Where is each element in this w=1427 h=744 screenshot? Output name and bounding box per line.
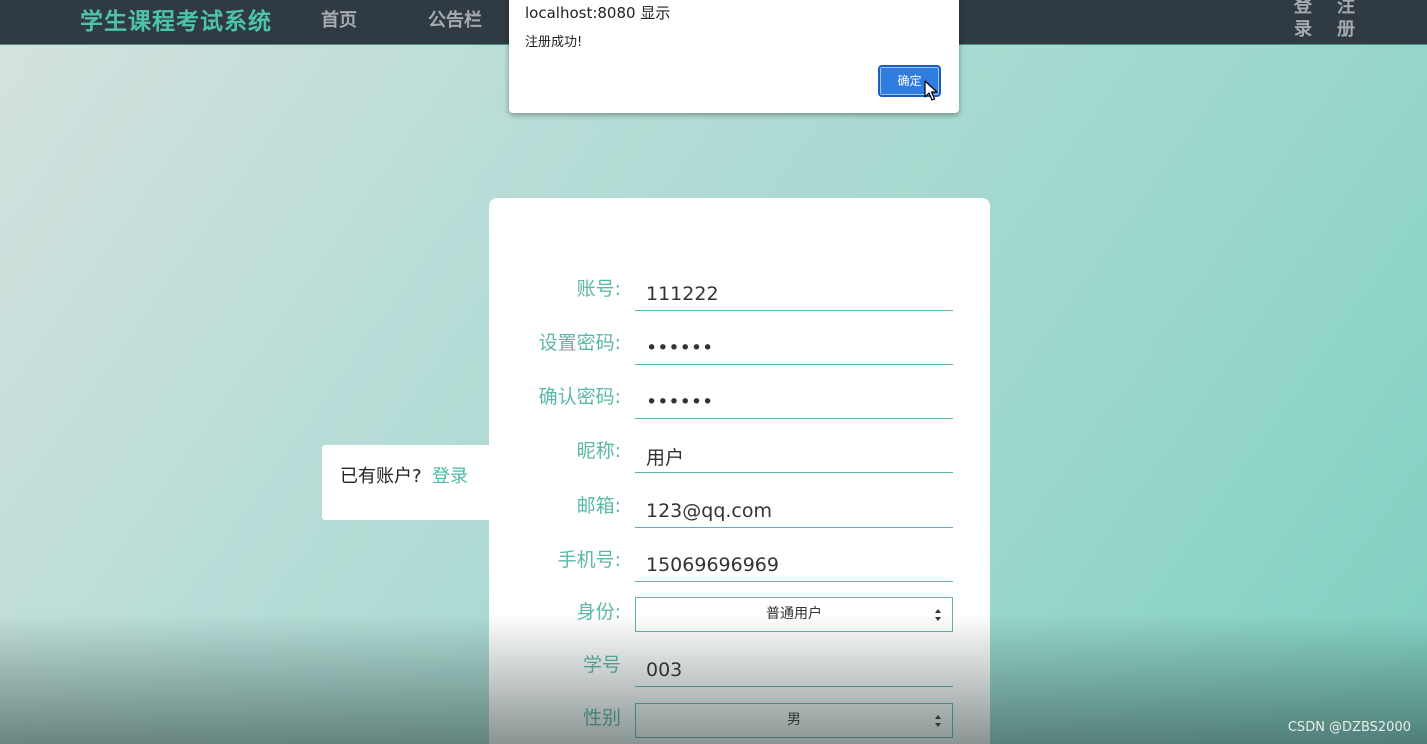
- identity-label: 身份:: [576, 601, 621, 623]
- nav-home-link[interactable]: 首页: [321, 6, 357, 32]
- nav-register-link[interactable]: 注册: [1337, 0, 1357, 41]
- register-form-card: 账号: 设置密码: 确认密码: 昵称: 邮箱: 手机号: 身份: 普通用户 学号: [489, 198, 990, 744]
- site-brand[interactable]: 学生课程考试系统: [80, 2, 272, 36]
- password-label: 设置密码:: [538, 332, 621, 354]
- password-input[interactable]: [635, 332, 953, 365]
- phone-label: 手机号:: [557, 549, 621, 571]
- identity-select[interactable]: 普通用户: [635, 597, 953, 632]
- alert-dialog: localhost:8080 显示 注册成功! 确定: [509, 0, 959, 113]
- gender-row: 性别 男: [489, 703, 990, 743]
- phone-input[interactable]: [635, 549, 953, 582]
- email-label: 邮箱:: [576, 495, 621, 517]
- select-caret-icon: [935, 609, 941, 621]
- phone-row: 手机号:: [489, 545, 990, 585]
- login-hint-link[interactable]: 登录: [432, 462, 468, 488]
- login-hint-text: 已有账户?: [340, 466, 422, 487]
- student-id-row: 学号: [489, 650, 990, 690]
- nickname-input[interactable]: [635, 440, 953, 473]
- nav-notice-link[interactable]: 公告栏: [428, 6, 482, 32]
- login-hint-panel: 已有账户? 登录: [322, 445, 492, 520]
- confirm-password-row: 确认密码:: [489, 382, 990, 422]
- nickname-row: 昵称:: [489, 436, 990, 476]
- student-id-input[interactable]: [635, 654, 953, 687]
- password-row: 设置密码:: [489, 328, 990, 368]
- gender-label: 性别: [582, 707, 621, 729]
- nav-login-link[interactable]: 登录: [1294, 0, 1314, 41]
- account-input[interactable]: [635, 278, 953, 311]
- account-label: 账号:: [576, 278, 621, 300]
- select-caret-icon: [935, 715, 941, 727]
- mouse-pointer-icon: [924, 80, 938, 101]
- email-input[interactable]: [635, 495, 953, 528]
- watermark: CSDN @DZBS2000: [1287, 720, 1411, 735]
- nickname-label: 昵称:: [576, 440, 621, 462]
- alert-origin: localhost:8080 显示: [525, 4, 671, 22]
- student-id-label: 学号: [582, 654, 621, 676]
- gender-select-value: 男: [787, 712, 801, 728]
- confirm-password-input[interactable]: [635, 386, 953, 419]
- identity-select-value: 普通用户: [766, 606, 822, 622]
- confirm-password-label: 确认密码:: [538, 386, 621, 408]
- alert-message: 注册成功!: [525, 35, 583, 50]
- identity-row: 身份: 普通用户: [489, 597, 990, 637]
- account-row: 账号:: [489, 274, 990, 314]
- email-row: 邮箱:: [489, 491, 990, 531]
- gender-select[interactable]: 男: [635, 703, 953, 738]
